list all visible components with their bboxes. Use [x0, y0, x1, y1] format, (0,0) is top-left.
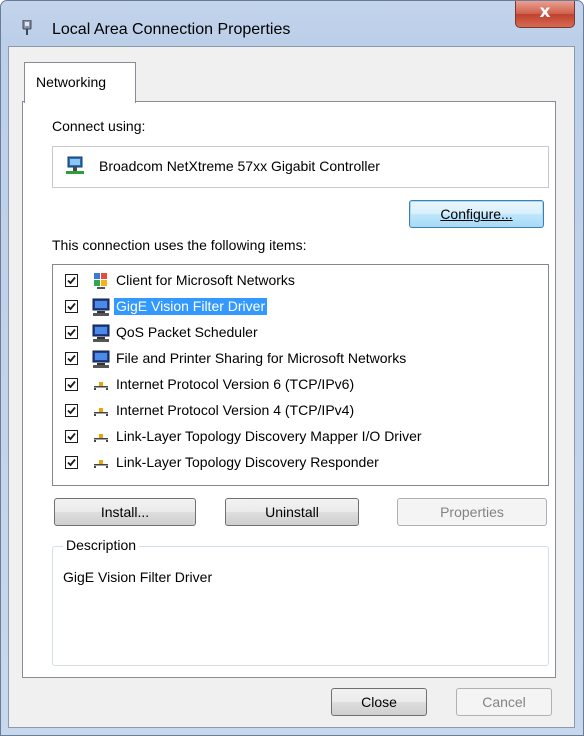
item-label: Internet Protocol Version 4 (TCP/IPv4): [116, 402, 355, 418]
protocol-icon: [94, 460, 108, 468]
items-list[interactable]: Client for Microsoft Networks GigE Visio…: [52, 264, 549, 486]
item-label: Internet Protocol Version 6 (TCP/IPv6): [116, 376, 355, 392]
install-button-label: Install...: [100, 504, 150, 520]
item-label: QoS Packet Scheduler: [116, 324, 258, 340]
adapter-name: Broadcom NetXtreme 57xx Gigabit Controll…: [99, 158, 380, 174]
network-client-icon: [94, 273, 107, 289]
description-legend: Description: [63, 537, 140, 553]
install-button[interactable]: Install...: [54, 498, 196, 526]
tab-networking[interactable]: Networking: [24, 62, 136, 103]
network-plug-icon: [22, 20, 32, 35]
tab-label: Networking: [36, 74, 107, 90]
close-window-button[interactable]: x: [515, 1, 575, 28]
title-bar[interactable]: Local Area Connection Properties x: [1, 1, 583, 47]
properties-button[interactable]: Properties: [397, 498, 547, 526]
item-checkbox[interactable]: [65, 300, 78, 313]
items-section-label: This connection uses the following items…: [52, 237, 307, 253]
window-title: Local Area Connection Properties: [52, 21, 291, 38]
item-label: GigE Vision Filter Driver: [114, 298, 268, 315]
item-label: Link-Layer Topology Discovery Responder: [116, 454, 379, 470]
protocol-icon: [94, 408, 108, 416]
network-adapter-icon: [66, 156, 84, 174]
item-checkbox[interactable]: [65, 326, 78, 339]
properties-button-label: Properties: [440, 504, 504, 520]
description-group: Description GigE Vision Filter Driver: [52, 537, 549, 666]
item-checkbox[interactable]: [65, 456, 78, 469]
adapter-box: Broadcom NetXtreme 57xx Gigabit Controll…: [52, 146, 549, 188]
protocol-icon: [94, 434, 108, 442]
uninstall-button-label: Uninstall: [265, 504, 319, 520]
item-label: Link-Layer Topology Discovery Mapper I/O…: [116, 428, 422, 444]
item-checkbox[interactable]: [65, 352, 78, 365]
close-button-label: Close: [361, 694, 397, 710]
configure-button-label: Configure...: [440, 206, 513, 222]
cancel-button-label: Cancel: [482, 694, 526, 710]
item-label: Client for Microsoft Networks: [116, 272, 295, 288]
close-icon: x: [539, 2, 551, 22]
uninstall-button[interactable]: Uninstall: [225, 498, 359, 526]
item-label: File and Printer Sharing for Microsoft N…: [116, 350, 407, 366]
protocol-icon: [94, 382, 108, 390]
item-checkbox[interactable]: [65, 378, 78, 391]
item-checkbox[interactable]: [65, 404, 78, 417]
connect-using-label: Connect using:: [52, 118, 146, 134]
configure-button[interactable]: Configure...: [409, 200, 544, 228]
close-button[interactable]: Close: [331, 688, 427, 716]
item-checkbox[interactable]: [65, 274, 78, 287]
network-service-icon: [92, 298, 110, 316]
description-text: GigE Vision Filter Driver: [63, 569, 213, 585]
cancel-button[interactable]: Cancel: [456, 688, 552, 716]
item-checkbox[interactable]: [65, 430, 78, 443]
network-service-icon: [92, 324, 110, 342]
network-service-icon: [92, 350, 110, 368]
